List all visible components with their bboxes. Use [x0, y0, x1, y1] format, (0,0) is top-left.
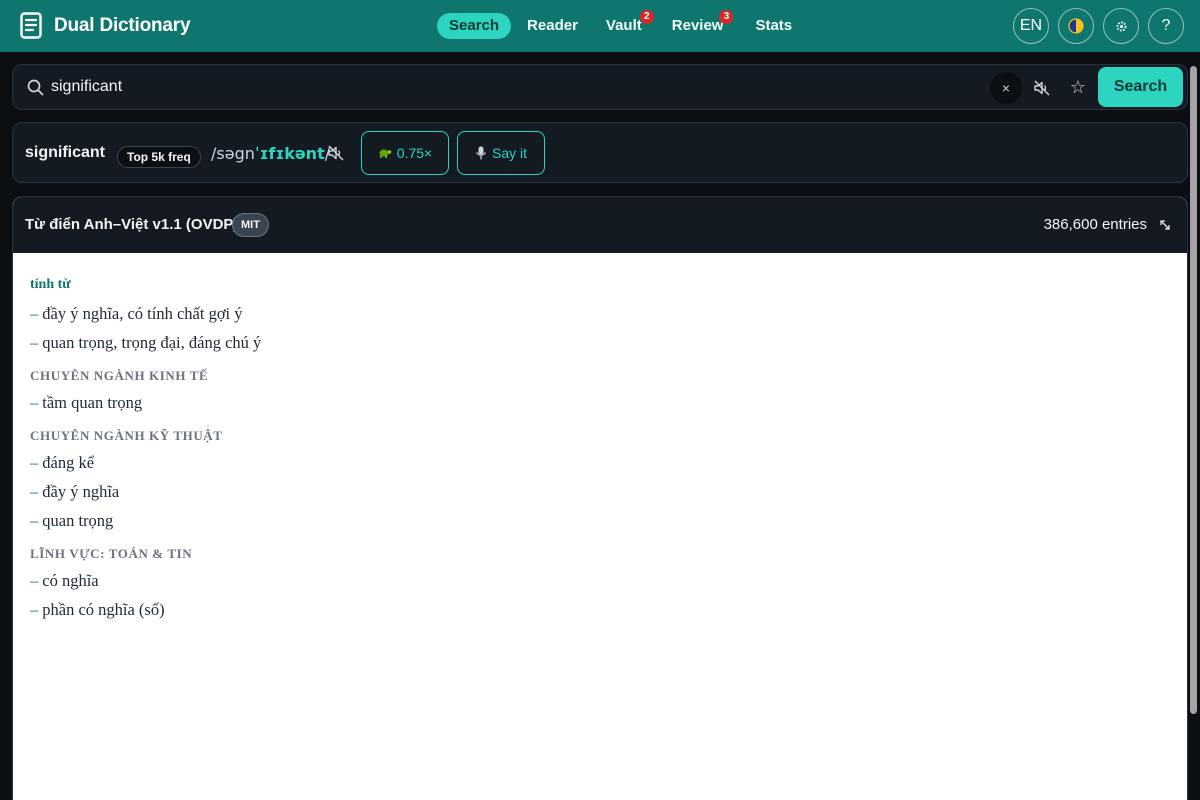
headword: significant [25, 144, 106, 161]
sense: – đầy ý nghĩa [30, 482, 261, 511]
top-bar: Dual Dictionary Search Reader Vault 2 Re… [0, 0, 1200, 52]
sense-text: có nghĩa [42, 571, 99, 590]
domain-label: CHUYÊN NGÀNH KINH TẾ [30, 368, 209, 383]
sense: – tầm quan trọng [30, 393, 261, 422]
pronunciation: /səgnˈɪfɪkənt/ [211, 144, 330, 163]
top-actions: EN ? [1013, 8, 1184, 44]
search-button[interactable]: Search [1098, 67, 1183, 107]
sense-dash: – [30, 600, 39, 619]
speed-label: 0.75× [396, 145, 433, 161]
sense: – đầy ý nghĩa, có tính chất gợi ý [30, 304, 261, 333]
turtle-icon [379, 149, 392, 158]
sense-dash: – [30, 393, 39, 412]
page-scrollbar[interactable] [1190, 66, 1197, 714]
sense: – quan trọng [30, 511, 261, 540]
nav-reader-label: Reader [527, 17, 578, 34]
half-moon-icon [1068, 18, 1084, 34]
sense-text: đáng kể [42, 453, 95, 472]
domain-label: CHUYÊN NGÀNH KỸ THUẬT [30, 428, 223, 443]
search-icon [27, 79, 44, 96]
close-icon: × [1001, 80, 1011, 96]
frequency-badge: Top 5k freq [117, 146, 201, 168]
microphone-icon [476, 146, 486, 160]
nav-search[interactable]: Search [437, 13, 512, 39]
gear-icon [1115, 20, 1127, 32]
dictionary-panel: Từ điển Anh–Việt v1.1 (OVDP) MIT 386,600… [12, 196, 1188, 800]
nav-search-label: Search [449, 17, 500, 34]
vault-count-badge: 2 [639, 10, 654, 24]
sense-dash: – [30, 511, 39, 530]
sense-text: phần có nghĩa (số) [42, 600, 165, 619]
domain-label: LĨNH VỰC: TOÁN & TIN [30, 546, 193, 561]
nav-vault[interactable]: Vault 2 [594, 10, 656, 39]
say-it-button[interactable]: Say it [457, 131, 545, 175]
sense-dash: – [30, 304, 39, 323]
app-title: Dual Dictionary [54, 14, 191, 36]
sense-dash: – [30, 571, 39, 590]
slow-playback-button[interactable]: 0.75× [361, 131, 449, 175]
license-badge: MIT [232, 213, 269, 237]
entry-count: 386,600 entries [1043, 216, 1147, 233]
sense-text: quan trọng, trọng đại, đáng chú ý [42, 333, 262, 352]
nav-stats[interactable]: Stats [743, 13, 804, 39]
sense-dash: – [30, 453, 39, 472]
part-of-speech: tính từ [30, 277, 71, 292]
main-nav: Search Reader Vault 2 Review 3 Stats [437, 10, 808, 39]
nav-vault-label: Vault [605, 17, 642, 34]
dictionary-header[interactable]: Từ điển Anh–Việt v1.1 (OVDP) MIT 386,600… [13, 197, 1187, 253]
search-bar: × ☆ Search [12, 64, 1188, 110]
sense-text: đầy ý nghĩa, có tính chất gợi ý [42, 304, 243, 323]
sense-dash: – [30, 482, 39, 501]
ipa-prefix: /səgn [211, 144, 255, 163]
settings-button[interactable] [1103, 8, 1139, 44]
sense: – phần có nghĩa (số) [30, 600, 261, 629]
help-button[interactable]: ? [1148, 8, 1184, 44]
theme-toggle-button[interactable] [1058, 8, 1094, 44]
speaker-muted-icon [1034, 80, 1050, 96]
word-card: significant Top 5k freq /səgnˈɪfɪkənt/ 0… [12, 122, 1188, 183]
clear-search-button[interactable]: × [990, 72, 1022, 104]
mute-button[interactable] [1031, 77, 1053, 99]
nav-review[interactable]: Review 3 [660, 10, 740, 39]
speaker-muted-icon [328, 145, 344, 161]
sense-text: đầy ý nghĩa [42, 482, 120, 501]
star-icon: ☆ [1069, 77, 1087, 97]
sense: – quan trọng, trọng đại, đáng chú ý [30, 333, 261, 362]
brand[interactable]: Dual Dictionary [20, 12, 191, 39]
sense-dash: – [30, 333, 39, 352]
help-label: ? [1161, 17, 1171, 34]
nav-stats-label: Stats [755, 17, 793, 34]
sense: – đáng kể [30, 453, 261, 482]
sense-text: quan trọng [42, 511, 114, 530]
dictionary-name: Từ điển Anh–Việt v1.1 (OVDP) [25, 216, 239, 233]
say-it-label: Say it [491, 145, 527, 161]
sense-text: tầm quan trọng [42, 393, 143, 412]
ipa-stress: ˈɪfɪkənt [254, 144, 325, 163]
review-count-badge: 3 [719, 10, 734, 24]
nav-reader[interactable]: Reader [515, 13, 590, 39]
search-input[interactable] [51, 71, 951, 103]
language-label: EN [1019, 17, 1043, 34]
language-button[interactable]: EN [1013, 8, 1049, 44]
collapse-icon[interactable] [1157, 217, 1173, 233]
play-pronunciation-button[interactable] [327, 144, 347, 164]
book-icon [20, 12, 42, 39]
favorite-button[interactable]: ☆ [1067, 76, 1089, 98]
dictionary-entry: tính từ – đầy ý nghĩa, có tính chất gợi ý… [30, 275, 261, 629]
nav-review-label: Review [671, 17, 724, 34]
sense: – có nghĩa [30, 571, 261, 600]
